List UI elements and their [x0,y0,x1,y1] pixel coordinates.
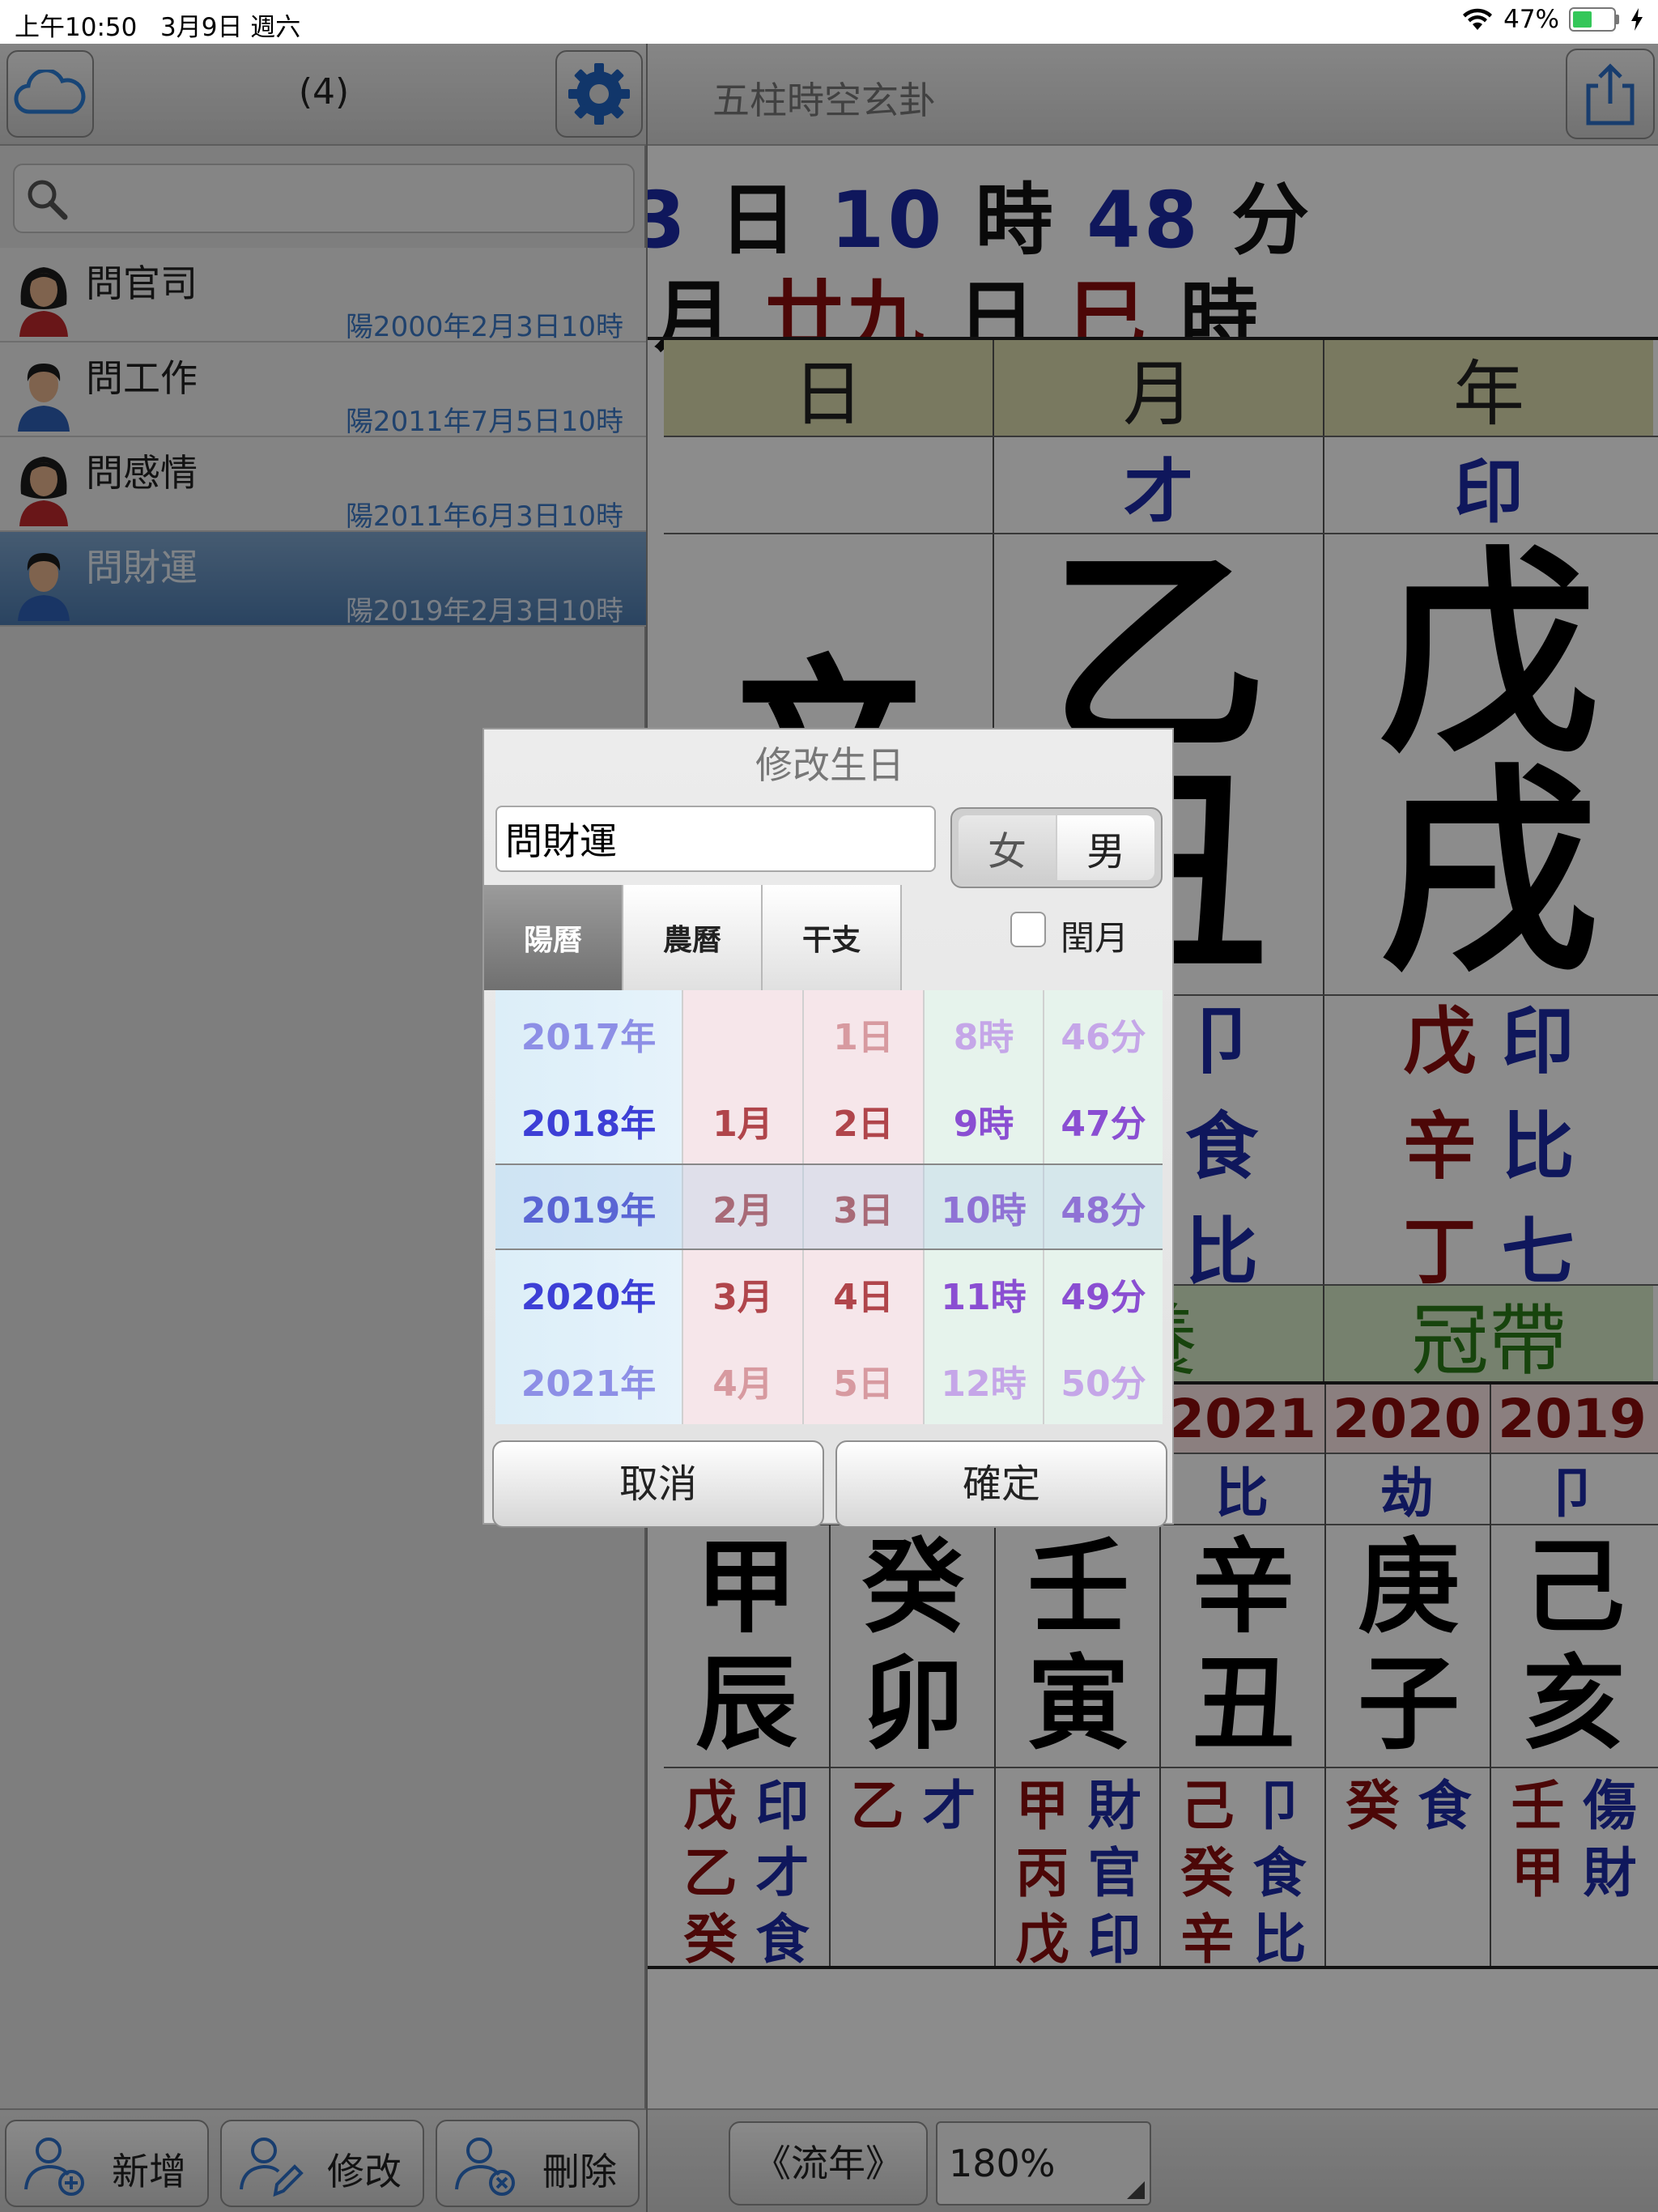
tab-solar-calendar[interactable]: 陽曆 [484,885,623,990]
picker-minute-option: 47分 [1061,1103,1146,1145]
picker-year-option: 2017年 [521,1016,657,1058]
battery-tip [1616,15,1619,24]
picker-hour-option: 11時 [941,1276,1027,1318]
battery-icon [1569,7,1619,32]
edit-birthday-dialog: 修改生日 女 男 陽曆 農曆 干支 閏月 2017年 2018年 2019年 2… [483,728,1174,1528]
tab-lunar-calendar[interactable]: 農曆 [623,885,763,990]
status-date: 3月9日 週六 [160,13,301,42]
picker-month-option: 4月 [712,1363,773,1405]
picker-year-selected: 2019年 [521,1189,657,1231]
battery-percent: 47% [1503,5,1559,34]
battery-body [1569,7,1616,32]
tab-ganzhi[interactable]: 干支 [763,885,902,990]
charging-bolt-icon [1631,8,1643,31]
picker-hour-option: 12時 [941,1363,1027,1405]
picker-day-option: 2日 [833,1103,894,1145]
picker-day-selected: 3日 [833,1189,894,1231]
status-right: 47% [1461,5,1645,34]
picker-day-wheel[interactable]: 1日 2日 3日 4日 5日 [804,990,925,1424]
picker-minute-option: 49分 [1061,1276,1146,1318]
picker-hour-option: 8時 [953,1016,1014,1058]
status-bar: 上午10:50 3月9日 週六 47% [0,0,1658,44]
picker-minute-option: 50分 [1061,1363,1146,1405]
picker-minute-wheel[interactable]: 46分 47分 48分 49分 50分 [1044,990,1163,1424]
leap-month-label: 閏月 [1061,918,1129,958]
wifi-icon [1463,8,1493,30]
gender-segmented-control: 女 男 [950,807,1163,888]
picker-month-selected: 2月 [712,1189,773,1231]
cancel-button[interactable]: 取消 [492,1440,824,1528]
picker-day-option: 4日 [833,1276,894,1318]
date-time-picker: 2017年 2018年 2019年 2020年 2021年 1月 2月 3月 4… [495,990,1163,1424]
gender-female-option[interactable]: 女 [959,815,1056,880]
picker-year-option: 2021年 [521,1363,657,1405]
picker-month-wheel[interactable]: 1月 2月 3月 4月 [683,990,804,1424]
picker-year-wheel[interactable]: 2017年 2018年 2019年 2020年 2021年 [495,990,683,1424]
picker-month-option [683,990,802,1077]
picker-day-option: 5日 [833,1363,894,1405]
dialog-title: 修改生日 [755,743,904,787]
gender-male-option[interactable]: 男 [1057,815,1154,880]
battery-fill [1573,11,1592,28]
status-time: 上午10:50 [15,13,138,42]
picker-minute-option: 46分 [1061,1016,1146,1058]
leap-month-checkbox[interactable] [1010,912,1046,947]
picker-year-option: 2020年 [521,1276,657,1318]
app-root: 上午10:50 3月9日 週六 47% (4) 問官司 陽2000年2月3日10… [0,0,1658,2212]
picker-minute-selected: 48分 [1061,1189,1146,1231]
picker-month-option: 1月 [712,1103,773,1145]
picker-year-option: 2018年 [521,1103,657,1145]
confirm-button[interactable]: 確定 [835,1440,1167,1528]
picker-hour-wheel[interactable]: 8時 9時 10時 11時 12時 [925,990,1044,1424]
picker-hour-selected: 10時 [941,1189,1027,1231]
picker-day-option: 1日 [833,1016,894,1058]
picker-hour-option: 9時 [953,1103,1014,1145]
picker-month-option: 3月 [712,1276,773,1318]
name-input[interactable] [495,806,936,872]
